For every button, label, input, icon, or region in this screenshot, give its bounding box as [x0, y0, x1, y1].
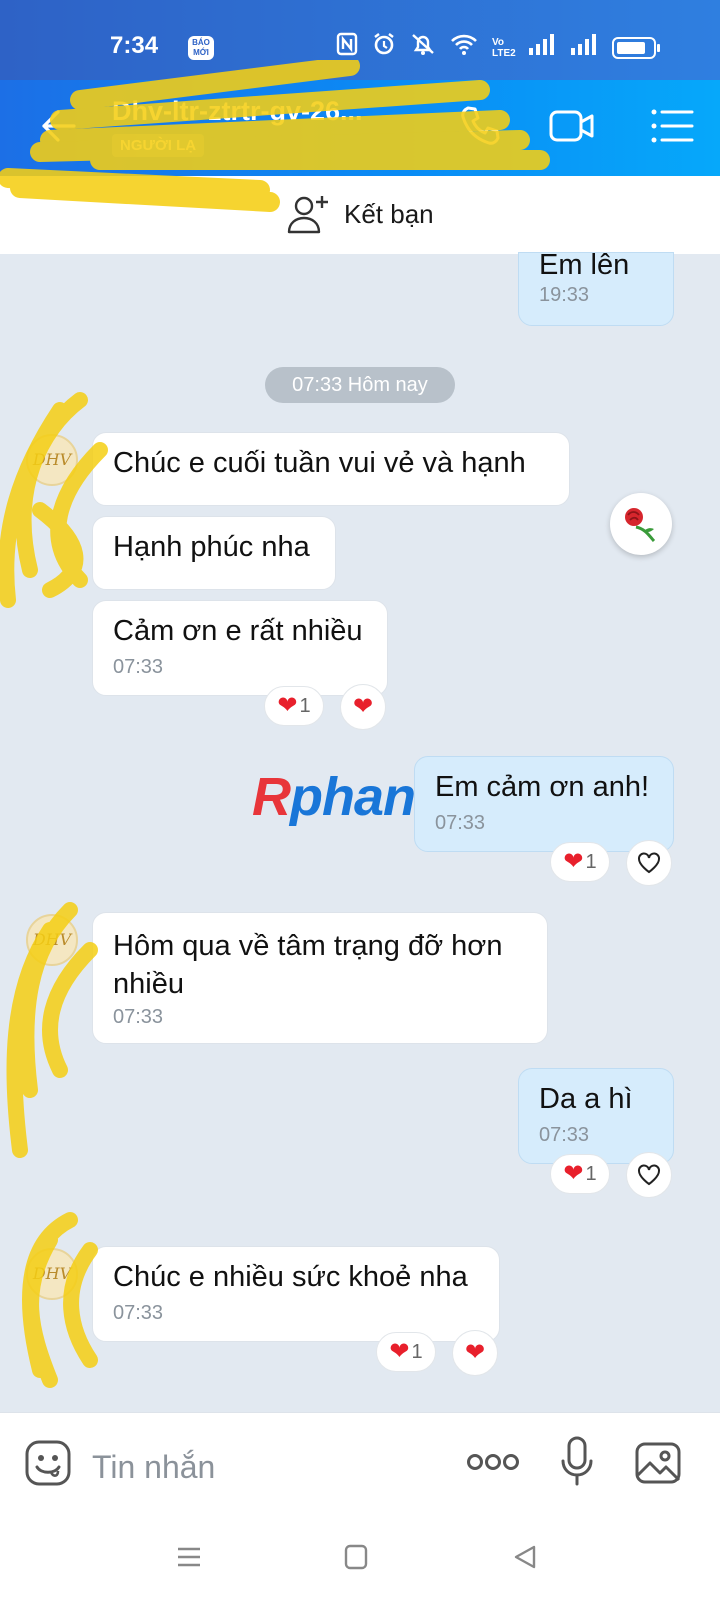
add-friend-button[interactable]: Kết bạn [286, 192, 434, 236]
mute-icon [410, 32, 436, 63]
message-incoming[interactable]: Chúc e nhiều sức khoẻ nha 07:33 [92, 1246, 500, 1342]
signal-icon [528, 32, 556, 63]
message-text: Hạnh phúc nha [113, 531, 310, 563]
menu-icon[interactable] [648, 102, 696, 150]
react-button[interactable]: ❤ [340, 684, 386, 730]
message-text: Da a hì [539, 1083, 633, 1115]
nfc-icon [336, 32, 358, 63]
status-icons: Vo LTE2 [336, 32, 660, 63]
message-incoming[interactable]: Cảm ơn e rất nhiều 07:33 [92, 600, 388, 696]
add-friend-bar: Kết bạn [0, 176, 720, 254]
sender-avatar[interactable]: DHV [26, 434, 78, 486]
message-incoming[interactable]: Chúc e cuối tuần vui vẻ và hạnh [92, 432, 570, 506]
status-time: 7:34 [110, 32, 159, 59]
heart-outline-icon [638, 1164, 660, 1186]
message-outgoing[interactable]: Em lên 19:33 [518, 249, 674, 326]
react-button[interactable] [626, 840, 672, 886]
message-text: Chúc e cuối tuần vui vẻ và hạnh [113, 447, 526, 479]
rose-sticker-icon [625, 508, 656, 543]
microphone-icon[interactable] [560, 1435, 594, 1487]
status-bar: 7:34 BÁO MỚI Vo LTE2 [0, 0, 720, 80]
wifi-icon [450, 32, 478, 63]
heart-icon: ❤ [563, 1160, 584, 1187]
message-text: Chúc e nhiều sức khoẻ nha [113, 1261, 468, 1293]
reaction-count: 1 [411, 1340, 423, 1363]
sender-avatar[interactable]: DHV [26, 914, 78, 966]
recent-apps-icon[interactable] [176, 1544, 202, 1570]
message-time: 19:33 [539, 284, 590, 306]
reaction-summary[interactable]: ❤ 1 [550, 1154, 610, 1194]
heart-icon: ❤ [389, 1338, 410, 1365]
system-navigation-bar [0, 1522, 720, 1600]
message-incoming[interactable]: Hôm qua về tâm trạng đỡ hơn nhiều 07:33 [92, 912, 548, 1044]
alarm-icon [372, 32, 396, 63]
message-text: Em cảm ơn anh! [435, 771, 650, 803]
baomoi-app-icon: BÁO MỚI [188, 36, 214, 60]
image-gallery-icon[interactable] [634, 1439, 682, 1487]
back-button-icon[interactable] [512, 1544, 538, 1570]
heart-icon: ❤ [563, 848, 584, 875]
message-time: 07:33 [113, 1006, 164, 1028]
stranger-badge: NGƯỜI LẠ [112, 134, 205, 157]
reaction-count: 1 [585, 1162, 597, 1185]
react-button[interactable] [626, 1152, 672, 1198]
video-call-icon[interactable] [548, 102, 596, 150]
message-time: 07:33 [113, 1302, 164, 1324]
message-outgoing[interactable]: Da a hì 07:33 [518, 1068, 674, 1164]
home-button-icon[interactable] [344, 1544, 368, 1570]
back-arrow-icon[interactable] [36, 106, 76, 146]
message-incoming[interactable]: Hạnh phúc nha [92, 516, 336, 590]
battery-icon [612, 36, 660, 59]
heart-icon: ❤ [277, 692, 298, 719]
day-divider: 07:33 Hôm nay [265, 367, 455, 403]
message-time: 07:33 [539, 1124, 590, 1146]
more-options-icon[interactable] [466, 1451, 520, 1473]
volte-icon: Vo LTE2 [492, 36, 516, 59]
reaction-summary[interactable]: ❤ 1 [264, 686, 324, 726]
signal-icon [570, 32, 598, 63]
chat-title[interactable]: Dhv-ltr-ztrtr-gv-26... [112, 96, 363, 127]
heart-icon: ❤ [352, 693, 374, 720]
call-icon[interactable] [456, 102, 504, 150]
react-button[interactable]: ❤ [452, 1330, 498, 1376]
reaction-count: 1 [299, 694, 311, 717]
sender-avatar[interactable]: DHV [26, 1248, 78, 1300]
reaction-summary[interactable]: ❤ 1 [376, 1332, 436, 1372]
message-input[interactable]: Tin nhắn [92, 1449, 215, 1486]
message-composer: Tin nhắn [0, 1412, 720, 1522]
sticker-icon[interactable] [24, 1439, 72, 1487]
reaction-count: 1 [585, 850, 597, 873]
heart-icon: ❤ [464, 1339, 486, 1366]
message-time: 07:33 [113, 656, 164, 678]
message-text: Em lên [539, 249, 630, 281]
message-time: 07:33 [435, 812, 486, 834]
message-text: Hôm qua về tâm trạng đỡ hơn nhiều [113, 930, 503, 1000]
message-outgoing[interactable]: Em cảm ơn anh! 07:33 [414, 756, 674, 852]
message-text: Cảm ơn e rất nhiều [113, 615, 363, 647]
quick-reaction-button[interactable] [610, 493, 672, 555]
add-friend-icon [287, 196, 328, 234]
reaction-summary[interactable]: ❤ 1 [550, 842, 610, 882]
heart-outline-icon [638, 852, 660, 874]
add-friend-label: Kết bạn [344, 198, 434, 229]
